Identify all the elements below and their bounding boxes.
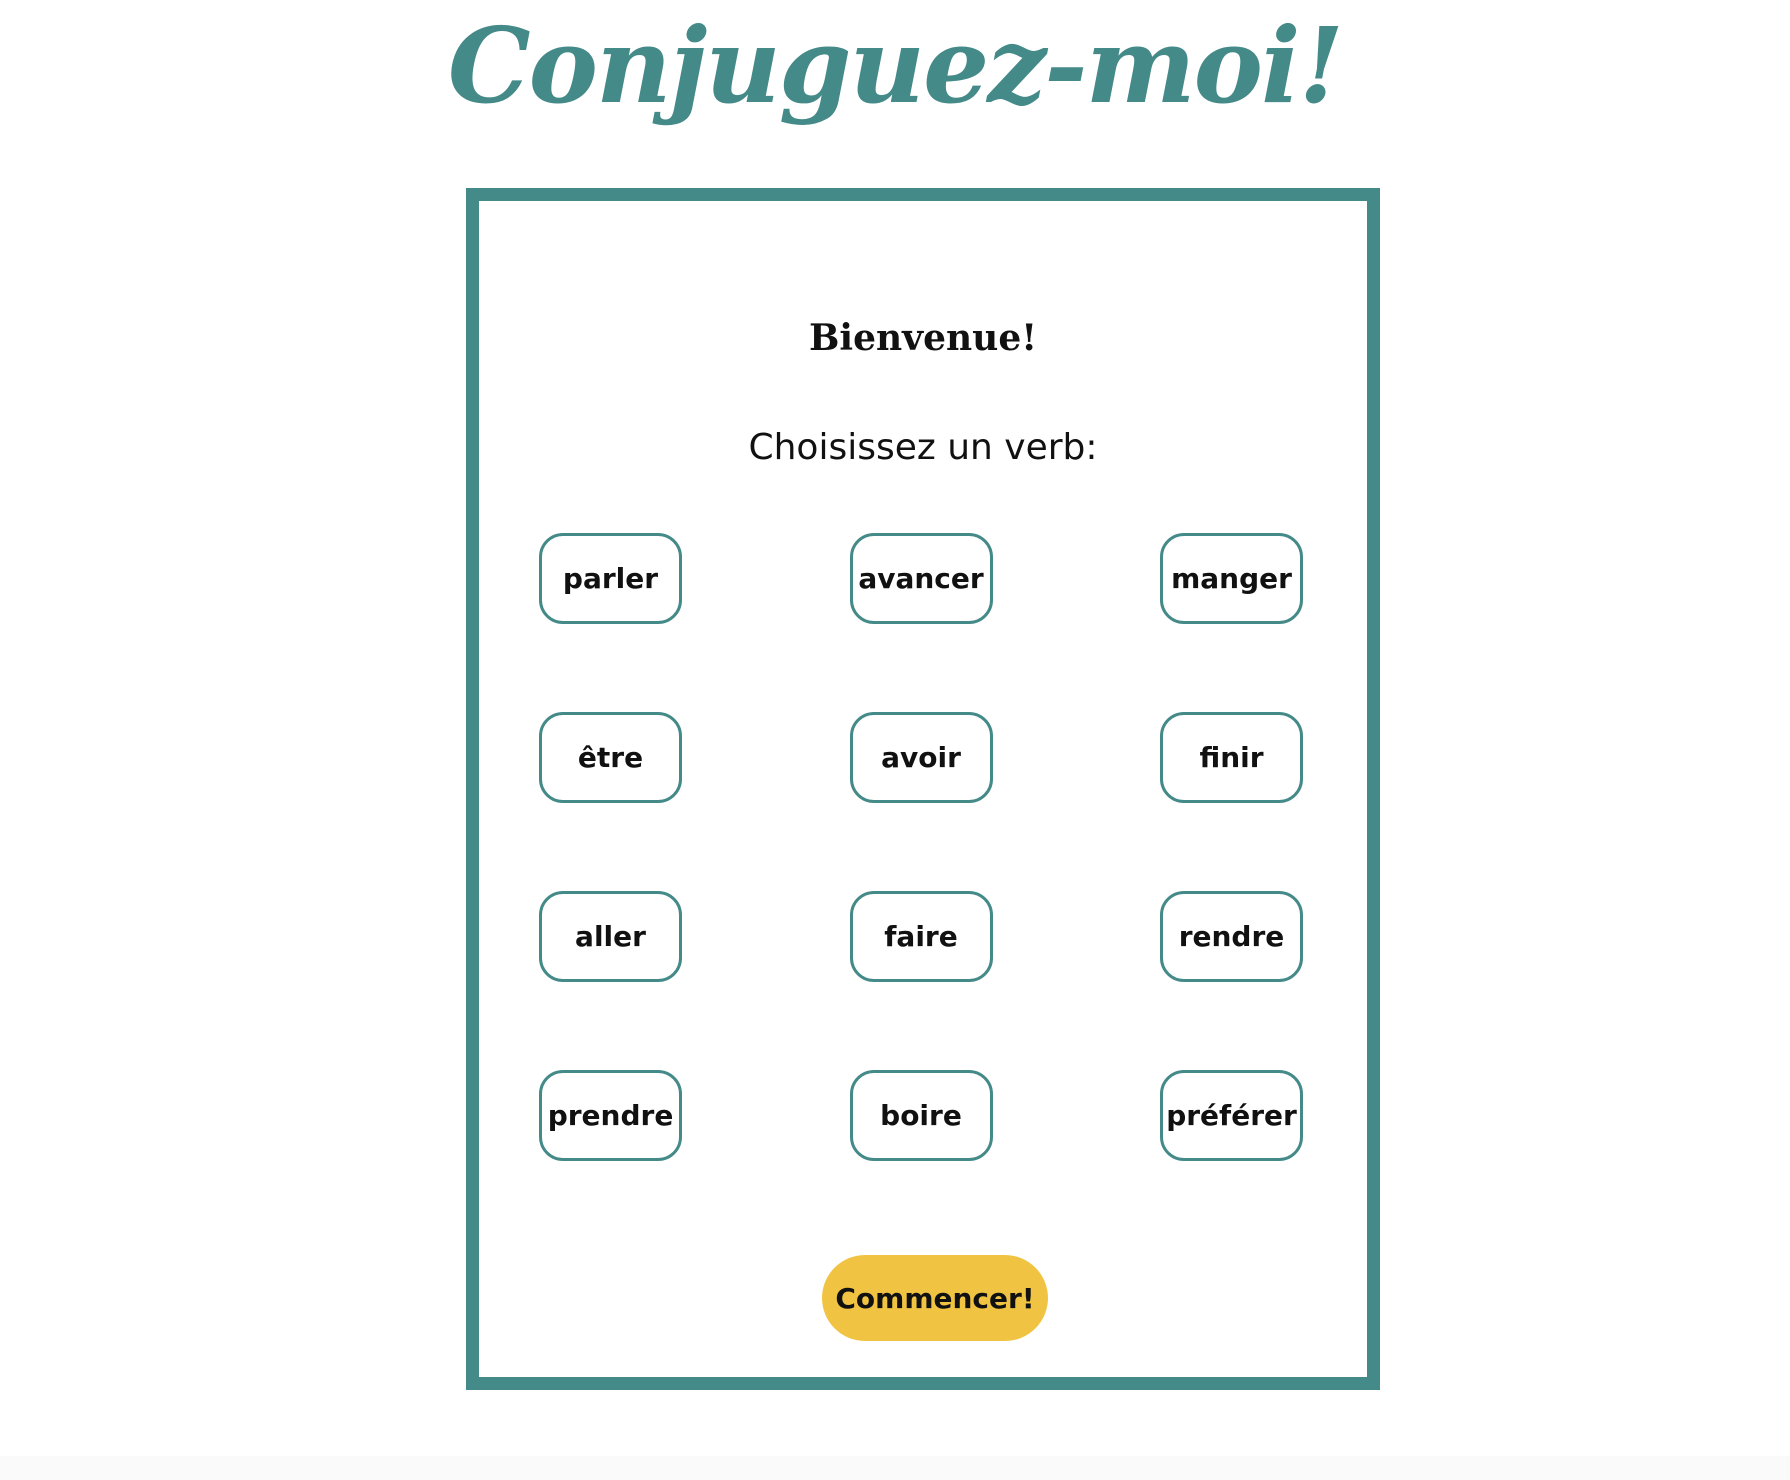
verb-button-avoir[interactable]: avoir [849, 712, 993, 803]
verb-button-prendre[interactable]: prendre [539, 1070, 682, 1161]
start-button[interactable]: Commencer! [822, 1255, 1048, 1341]
verb-button-finir[interactable]: finir [1160, 712, 1303, 803]
verb-button-parler[interactable]: parler [539, 533, 682, 624]
verb-button-boire[interactable]: boire [849, 1070, 993, 1161]
verb-button-etre[interactable]: être [539, 712, 682, 803]
choose-verb-prompt: Choisissez un verb: [748, 427, 1098, 468]
verb-button-faire[interactable]: faire [849, 891, 993, 982]
verb-button-manger[interactable]: manger [1160, 533, 1303, 624]
verb-grid: parler avancer manger être avoir finir a… [539, 533, 1303, 1161]
verb-button-avancer[interactable]: avancer [849, 533, 993, 624]
verb-selection-card: Bienvenue! Choisissez un verb: parler av… [466, 188, 1380, 1390]
verb-button-preferer[interactable]: préférer [1160, 1070, 1303, 1161]
verb-button-rendre[interactable]: rendre [1160, 891, 1303, 982]
page-title: Conjuguez-moi! [447, 4, 1344, 127]
verb-button-aller[interactable]: aller [539, 891, 682, 982]
page-footer-band [0, 1456, 1790, 1480]
welcome-heading: Bienvenue! [808, 317, 1038, 359]
